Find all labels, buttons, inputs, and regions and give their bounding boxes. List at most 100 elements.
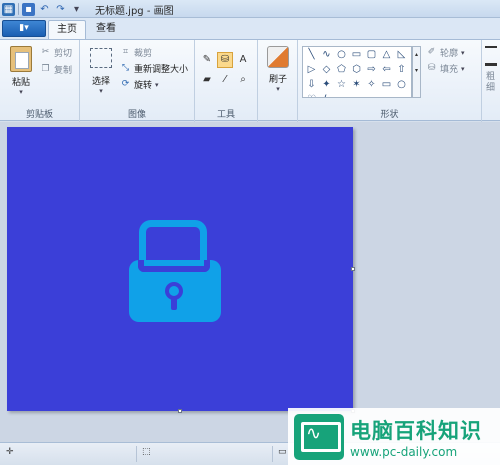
shape-option[interactable]: ⇦: [379, 63, 394, 77]
select-label: 选择: [91, 77, 110, 87]
paint-app-icon[interactable]: ▦: [2, 2, 15, 16]
tools-group: ✎ ⛁ A ▰ ⁄ ⌕ 工具: [195, 40, 258, 122]
ribbon-tabs: ▮▾ 主页 查看: [0, 18, 500, 39]
shapes-group-label: 形状: [380, 110, 399, 120]
tab-home[interactable]: 主页: [48, 20, 86, 39]
shape-option[interactable]: ⇩: [304, 78, 319, 92]
image-group: 选择 ▾ ⌗ 裁剪 ⤡ 重新调整大小 ⟳ 旋转 ▾ 图像: [80, 40, 195, 122]
clipboard-group: 粘贴 ▾ ✂ 剪切 ❐ 复制 剪贴板: [0, 40, 80, 122]
move-cursor-icon: ✛: [6, 447, 14, 457]
cut-button[interactable]: ✂ 剪切: [40, 46, 72, 59]
shape-option[interactable]: ☆: [334, 78, 349, 92]
image-group-label: 图像: [127, 110, 146, 120]
redo-icon[interactable]: ↷: [54, 3, 67, 16]
copy-label: 复制: [54, 66, 73, 76]
shape-option[interactable]: ⬠: [334, 63, 349, 77]
title-bar: ▦ ▪ ↶ ↷ ▾ 无标题.jpg - 画图: [0, 0, 500, 18]
outline-button[interactable]: ✐ 轮廓 ▾: [426, 46, 465, 59]
brushes-button[interactable]: 刷子 ▾: [263, 46, 293, 93]
rotate-label: 旋转: [134, 81, 153, 91]
watermark-text: 电脑百科知识 www.pc-daily.com: [350, 415, 482, 459]
shape-option[interactable]: ⬡: [349, 63, 364, 77]
eraser-icon[interactable]: ▰: [199, 72, 215, 88]
brushes-dropdown-icon: ▾: [276, 85, 280, 93]
shapes-gallery: ╲∿○▭▢△◺▷◇⬠⬡⇨⇦⇧⇩✦☆✶✧▭○♡ϟ: [302, 46, 412, 98]
rotate-icon: ⟳: [121, 79, 130, 89]
select-rectangle-icon: [90, 48, 112, 68]
shapes-scroll[interactable]: ▴ ▾: [412, 46, 421, 98]
copy-button[interactable]: ❐ 复制: [40, 63, 72, 76]
text-icon[interactable]: A: [235, 52, 251, 68]
copy-icon: ❐: [41, 64, 50, 74]
drawing-canvas[interactable]: [7, 127, 353, 411]
shape-option[interactable]: ◺: [394, 48, 409, 62]
resize-handle-bottom[interactable]: [178, 409, 182, 413]
save-icon[interactable]: ▪: [22, 2, 35, 16]
canvas-workspace[interactable]: [0, 122, 500, 442]
lock-icon: [129, 220, 221, 324]
shape-option[interactable]: ▢: [364, 48, 379, 62]
watermark-title: 电脑百科知识: [350, 418, 482, 443]
brushes-label: 刷子: [268, 75, 287, 85]
paste-button[interactable]: 粘贴 ▾: [6, 46, 36, 96]
shape-fill-icon: ⛁: [427, 63, 436, 73]
select-button[interactable]: 选择 ▾: [86, 48, 116, 95]
pencil-icon[interactable]: ✎: [199, 52, 215, 68]
shape-option[interactable]: ○: [334, 48, 349, 62]
paint-menu-button[interactable]: ▮▾: [2, 20, 46, 37]
selection-size-icon: ⬚: [142, 447, 151, 457]
shape-option[interactable]: ▭: [379, 78, 394, 92]
crop-label: 裁剪: [134, 49, 153, 59]
keyhole-stem: [171, 298, 177, 310]
shape-option[interactable]: ϟ: [319, 93, 334, 97]
image-size-icon: ▭: [278, 447, 287, 457]
shape-option[interactable]: ⇧: [394, 63, 409, 77]
monitor-logo-icon: [294, 413, 344, 460]
resize-button[interactable]: ⤡ 重新调整大小: [120, 62, 188, 75]
line-size-icon[interactable]: [485, 46, 497, 66]
shape-option[interactable]: ∿: [319, 48, 334, 62]
tab-view[interactable]: 查看: [88, 20, 124, 39]
resize-handle-right[interactable]: [351, 267, 355, 271]
watermark-url: www.pc-daily.com: [350, 444, 458, 459]
cut-label: 剪切: [54, 49, 73, 59]
crop-button[interactable]: ⌗ 裁剪: [120, 46, 152, 59]
shape-option[interactable]: ✧: [364, 78, 379, 92]
shape-option[interactable]: ⇨: [364, 63, 379, 77]
ribbon: 粘贴 ▾ ✂ 剪切 ❐ 复制 剪贴板 选择 ▾ ⌗ 裁剪 ⤡ 重新调整大小 ⟳ …: [0, 39, 500, 122]
paste-dropdown-icon: ▾: [19, 88, 23, 96]
shape-option[interactable]: ▷: [304, 63, 319, 77]
tools-grid: ✎ ⛁ A ▰ ⁄ ⌕: [199, 52, 251, 88]
shape-option[interactable]: ♡: [304, 93, 319, 97]
window-title: 无标题.jpg - 画图: [95, 6, 174, 17]
shape-option[interactable]: ╲: [304, 48, 319, 62]
fill-icon[interactable]: ⛁: [217, 52, 233, 68]
qat-dropdown-icon[interactable]: ▾: [70, 3, 83, 16]
tools-group-label: 工具: [216, 110, 235, 120]
fill-dropdown-icon: ▾: [461, 64, 465, 73]
resize-label: 重新调整大小: [134, 65, 189, 75]
color-picker-icon[interactable]: ⁄: [217, 72, 233, 88]
undo-icon[interactable]: ↶: [38, 3, 51, 16]
shape-option[interactable]: ◇: [319, 63, 334, 77]
shape-option[interactable]: ▭: [349, 48, 364, 62]
lock-inner-outline: [138, 260, 210, 272]
shape-option[interactable]: ○: [394, 78, 409, 92]
size-label: 粗细: [486, 72, 496, 93]
fill-button[interactable]: ⛁ 填充 ▾: [426, 62, 465, 75]
shape-option[interactable]: ✶: [349, 78, 364, 92]
clipboard-group-label: 剪贴板: [25, 110, 53, 120]
fill-label: 填充: [440, 65, 459, 75]
rotate-dropdown-icon: ▾: [155, 80, 159, 89]
shape-option[interactable]: ✦: [319, 78, 334, 92]
shapes-group: ╲∿○▭▢△◺▷◇⬠⬡⇨⇦⇧⇩✦☆✶✧▭○♡ϟ ▴▾ ✐ 轮廓 ▾ ⛁ 填充 ▾…: [298, 40, 482, 122]
rotate-button[interactable]: ⟳ 旋转 ▾: [120, 78, 159, 91]
select-dropdown-icon: ▾: [99, 87, 103, 95]
crop-icon: ⌗: [122, 47, 129, 57]
magnifier-icon[interactable]: ⌕: [235, 72, 251, 88]
shape-option[interactable]: △: [379, 48, 394, 62]
outline-dropdown-icon: ▾: [461, 48, 465, 57]
size-group: 粗细: [482, 40, 500, 122]
quick-access-toolbar: ▦ ▪ ↶ ↷ ▾: [2, 1, 83, 17]
status-divider: [272, 446, 273, 462]
